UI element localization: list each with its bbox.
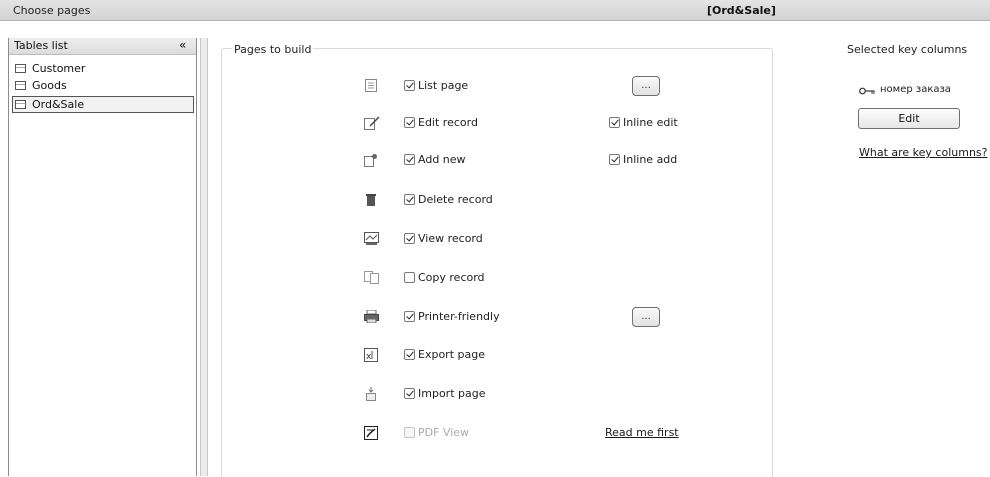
pdf-view-label: PDF View <box>418 426 470 439</box>
table-item-label: Goods <box>32 79 67 92</box>
printer-friendly-label[interactable]: Printer-friendly <box>418 310 500 323</box>
tables-list-panel: Tables list « Customer Goods Ord&Sale <box>8 38 197 476</box>
printer-settings-button[interactable]: ... <box>632 307 660 327</box>
delete-record-checkbox[interactable] <box>404 194 415 205</box>
key-column-name: номер заказа <box>880 84 951 95</box>
tables-list-title: Tables list <box>14 39 68 52</box>
what-are-key-columns-link[interactable]: What are key columns? <box>859 146 988 159</box>
list-page-checkbox[interactable] <box>404 80 415 91</box>
export-page-label[interactable]: Export page <box>418 348 485 361</box>
printer-friendly-checkbox[interactable] <box>404 311 415 322</box>
inline-add-label[interactable]: Inline add <box>623 153 677 166</box>
import-page-checkbox[interactable] <box>404 388 415 399</box>
edit-key-columns-button[interactable]: Edit <box>858 108 960 129</box>
copy-record-label[interactable]: Copy record <box>418 271 485 284</box>
pages-to-build-title: Pages to build <box>232 43 314 56</box>
key-columns-title: Selected key columns <box>847 43 968 56</box>
read-me-first-link[interactable]: Read me first <box>605 426 679 439</box>
key-icon <box>859 85 875 97</box>
list-page-label[interactable]: List page <box>418 79 468 92</box>
pdf-view-checkbox <box>404 427 415 438</box>
table-item-customer[interactable]: Customer <box>13 61 193 77</box>
edit-record-label[interactable]: Edit record <box>418 116 478 129</box>
import-icon <box>364 387 378 401</box>
view-record-icon <box>364 232 379 246</box>
table-item-ordsale[interactable]: Ord&Sale <box>12 96 194 113</box>
copy-record-icon <box>364 271 379 285</box>
header-title: Choose pages <box>13 4 91 17</box>
export-icon: x <box>364 348 378 362</box>
tables-list-header: Tables list « <box>9 38 196 55</box>
pages-to-build-group <box>221 48 773 477</box>
selected-table-name: [Ord&Sale] <box>707 4 776 17</box>
table-icon <box>15 64 26 73</box>
list-page-icon <box>364 79 378 93</box>
delete-record-label[interactable]: Delete record <box>418 193 493 206</box>
export-page-checkbox[interactable] <box>404 349 415 360</box>
view-record-label[interactable]: View record <box>418 232 483 245</box>
inline-edit-label[interactable]: Inline edit <box>623 116 678 129</box>
import-page-label[interactable]: Import page <box>418 387 485 400</box>
edit-record-icon <box>364 116 380 130</box>
svg-text:x: x <box>366 352 372 362</box>
printer-icon <box>364 309 379 324</box>
trash-icon <box>364 193 378 207</box>
table-item-goods[interactable]: Goods <box>13 78 193 94</box>
window-header: Choose pages [Ord&Sale] <box>0 0 990 21</box>
panel-splitter[interactable] <box>200 38 208 476</box>
table-icon <box>15 100 26 109</box>
collapse-panel-button[interactable]: « <box>179 38 186 52</box>
table-item-label: Customer <box>32 62 86 75</box>
copy-record-checkbox[interactable] <box>404 272 415 283</box>
add-new-icon <box>364 153 378 167</box>
add-new-label[interactable]: Add new <box>418 153 466 166</box>
edit-record-checkbox[interactable] <box>404 117 415 128</box>
table-item-label: Ord&Sale <box>32 98 85 111</box>
view-record-checkbox[interactable] <box>404 233 415 244</box>
pdf-icon <box>364 426 378 440</box>
inline-edit-checkbox[interactable] <box>609 117 620 128</box>
list-page-settings-button[interactable]: ... <box>632 76 660 96</box>
inline-add-checkbox[interactable] <box>609 154 620 165</box>
add-new-checkbox[interactable] <box>404 154 415 165</box>
table-icon <box>15 81 26 90</box>
